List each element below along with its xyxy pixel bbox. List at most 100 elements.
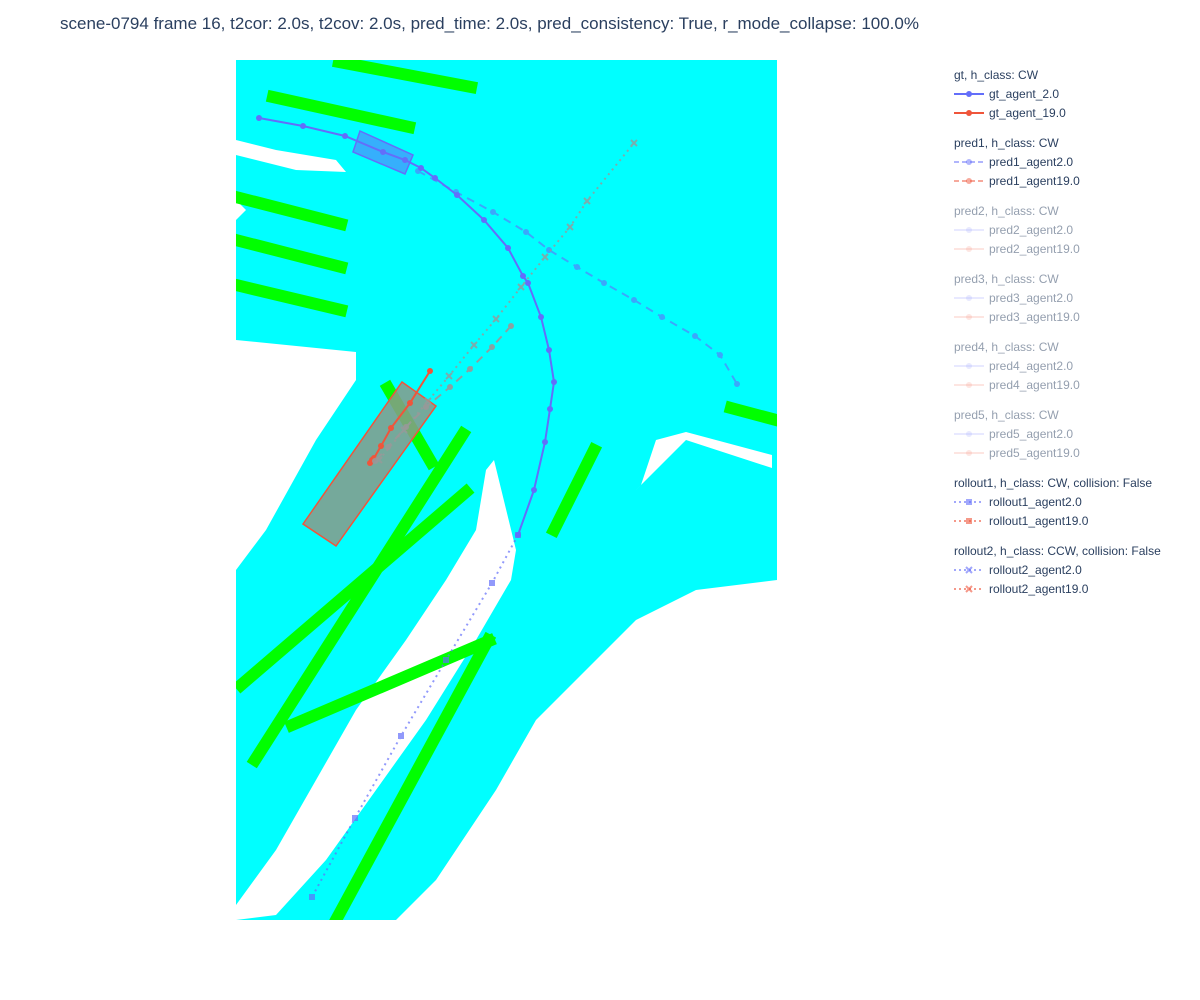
- trace-point: [447, 384, 453, 390]
- trace-point: [692, 333, 698, 339]
- trace-point: [352, 815, 358, 821]
- legend-item[interactable]: pred1_agent19.0: [950, 171, 1161, 190]
- trace-point: [631, 297, 637, 303]
- legend-item-label: pred2_agent2.0: [989, 222, 1074, 237]
- legend-item[interactable]: rollout2_agent2.0: [950, 560, 1161, 579]
- legend-item-label: pred4_agent19.0: [989, 377, 1080, 392]
- trace-point: [574, 264, 580, 270]
- legend-item-label: rollout1_agent19.0: [989, 513, 1089, 528]
- legend-swatch-icon: [954, 226, 984, 233]
- legend-item[interactable]: pred3_agent19.0: [950, 307, 1161, 326]
- legend-item-label: rollout2_agent2.0: [989, 562, 1082, 577]
- legend-group: rollout2, h_class: CCW, collision: False…: [950, 542, 1161, 598]
- map-plot[interactable]: [236, 60, 777, 920]
- trace-point: [538, 314, 544, 320]
- trace-point: [489, 580, 495, 586]
- trace-point: [515, 532, 521, 538]
- legend-group-title: pred3, h_class: CW: [954, 272, 1059, 286]
- legend-item[interactable]: pred3_agent2.0: [950, 288, 1161, 307]
- trace-point: [547, 406, 553, 412]
- legend-item[interactable]: rollout2_agent19.0: [950, 579, 1161, 598]
- legend-item[interactable]: rollout1_agent19.0: [950, 511, 1161, 530]
- legend-item-label: pred1_agent19.0: [989, 173, 1080, 188]
- trace-point: [342, 133, 348, 139]
- legend: gt, h_class: CW gt_agent_2.0 gt_agent_19.0…: [950, 66, 1161, 610]
- legend-group: pred4, h_class: CW pred4_agent2.0 pred4_ag…: [950, 338, 1161, 394]
- legend-item[interactable]: gt_agent_19.0: [950, 103, 1161, 122]
- chart-title: scene-0794 frame 16, t2cor: 2.0s, t2cov:…: [60, 14, 919, 33]
- legend-item[interactable]: pred4_agent19.0: [950, 375, 1161, 394]
- trace-point: [717, 352, 723, 358]
- legend-group-title: rollout1, h_class: CW, collision: False: [954, 476, 1153, 490]
- legend-item[interactable]: pred1_agent2.0: [950, 152, 1161, 171]
- legend-item-label: pred5_agent19.0: [989, 445, 1080, 460]
- legend-group: pred2, h_class: CW pred2_agent2.0 pred2_ag…: [950, 202, 1161, 258]
- legend-item-label: pred3_agent2.0: [989, 290, 1074, 305]
- legend-item-label: pred1_agent2.0: [989, 154, 1074, 169]
- legend-swatch-icon: [954, 313, 984, 320]
- trace-point: [505, 245, 511, 251]
- trace-point: [300, 123, 306, 129]
- trace-point: [398, 733, 404, 739]
- legend-swatch-icon: [954, 158, 984, 165]
- legend-group-title: pred2, h_class: CW: [954, 204, 1059, 218]
- legend-group-title: gt, h_class: CW: [954, 68, 1039, 82]
- legend-swatch-icon: [954, 449, 984, 456]
- legend-item[interactable]: pred4_agent2.0: [950, 356, 1161, 375]
- trace-point: [415, 168, 421, 174]
- trace-point: [402, 157, 408, 163]
- trace-point: [508, 323, 514, 329]
- legend-item[interactable]: pred2_agent2.0: [950, 220, 1161, 239]
- legend-group-title: pred4, h_class: CW: [954, 340, 1059, 354]
- trace-point: [453, 189, 459, 195]
- trace-point: [601, 280, 607, 286]
- legend-item-label: pred4_agent2.0: [989, 358, 1074, 373]
- legend-group: pred1, h_class: CW pred1_agent2.0 pred1_ag…: [950, 134, 1161, 190]
- legend-group-title: rollout2, h_class: CCW, collision: False: [954, 544, 1161, 558]
- legend-item-label: pred3_agent19.0: [989, 309, 1080, 324]
- trace-point: [378, 443, 384, 449]
- legend-item-label: rollout1_agent2.0: [989, 494, 1082, 509]
- trace-point: [523, 229, 529, 235]
- legend-group: gt, h_class: CW gt_agent_2.0 gt_agent_19.0: [950, 66, 1161, 122]
- legend-swatch-icon: [954, 90, 984, 97]
- legend-swatch-icon: [954, 362, 984, 369]
- trace-point: [542, 439, 548, 445]
- legend-item-label: gt_agent_19.0: [989, 105, 1066, 120]
- legend-item[interactable]: pred5_agent19.0: [950, 443, 1161, 462]
- trace-point: [531, 487, 537, 493]
- trace-point: [525, 280, 531, 286]
- trace-point: [481, 217, 487, 223]
- trace-point: [443, 657, 449, 663]
- trace-point: [309, 894, 315, 900]
- map-layer: [236, 60, 777, 920]
- legend-swatch-icon: [954, 430, 984, 437]
- legend-group-title: pred1, h_class: CW: [954, 136, 1059, 150]
- trace-point: [388, 425, 394, 431]
- legend-item-label: rollout2_agent19.0: [989, 581, 1089, 596]
- legend-item-label: pred2_agent19.0: [989, 241, 1080, 256]
- legend-swatch-icon: [954, 177, 984, 184]
- legend-item-label: gt_agent_2.0: [989, 86, 1060, 101]
- legend-item[interactable]: gt_agent_2.0: [950, 84, 1161, 103]
- legend-item[interactable]: rollout1_agent2.0: [950, 492, 1161, 511]
- legend-swatch-icon: [954, 109, 984, 116]
- trace-point: [734, 381, 740, 387]
- legend-item-label: pred5_agent2.0: [989, 426, 1074, 441]
- legend-swatch-icon: [954, 584, 984, 593]
- legend-swatch-icon: [954, 498, 984, 505]
- legend-group: pred3, h_class: CW pred3_agent2.0 pred3_ag…: [950, 270, 1161, 326]
- trace-point: [427, 368, 433, 374]
- legend-group: rollout1, h_class: CW, collision: False r…: [950, 474, 1161, 530]
- trace-point: [546, 347, 552, 353]
- trace-point: [467, 366, 473, 372]
- trace-point: [490, 209, 496, 215]
- legend-item[interactable]: pred5_agent2.0: [950, 424, 1161, 443]
- trace-point: [520, 273, 526, 279]
- legend-group-title: pred5, h_class: CW: [954, 408, 1059, 422]
- trace-point: [256, 115, 262, 121]
- legend-group: pred5, h_class: CW pred5_agent2.0 pred5_ag…: [950, 406, 1161, 462]
- trace-point: [489, 344, 495, 350]
- legend-item[interactable]: pred2_agent19.0: [950, 239, 1161, 258]
- trace-point: [659, 314, 665, 320]
